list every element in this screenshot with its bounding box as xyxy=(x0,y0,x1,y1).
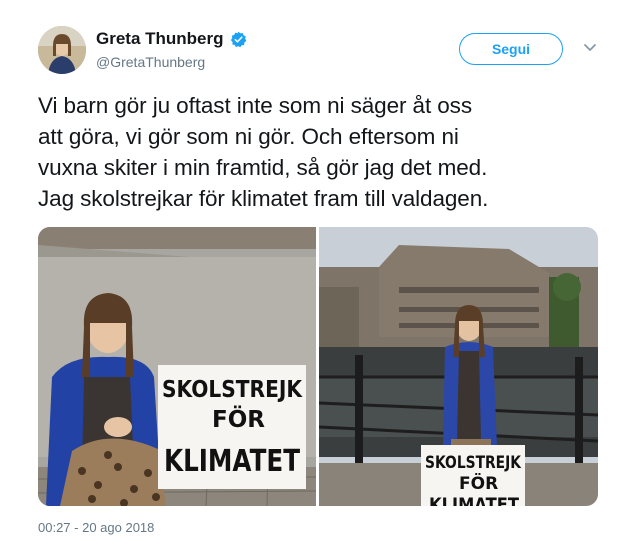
left-sign-line-3: KLIMATET xyxy=(164,444,300,479)
avatar-image xyxy=(38,26,86,74)
tweet-photo-left[interactable]: SKOLSTREJK FÖR KLIMATET xyxy=(38,227,316,506)
right-sign-line-3: KLIMATET xyxy=(429,494,519,506)
tweet-line: att göra, vi gör som ni gör. Och efterso… xyxy=(38,124,459,149)
left-sign-line-1: SKOLSTREJK xyxy=(162,377,303,403)
follow-button[interactable]: Segui xyxy=(459,33,563,65)
left-sign-line-2: FÖR xyxy=(212,405,265,433)
tweet-text: Vi barn gör ju oftast inte som ni säger … xyxy=(38,90,613,214)
photo-girl-sitting-with-sign: SKOLSTREJK FÖR KLIMATET xyxy=(38,227,316,506)
author-name[interactable]: Greta Thunberg xyxy=(96,29,224,49)
verified-badge-icon xyxy=(230,31,246,47)
right-sign-line-2: FÖR xyxy=(459,472,498,494)
tweet-line: vuxna skiter i min framtid, så gör jag d… xyxy=(38,155,488,180)
right-sign-line-1: SKOLSTREJK xyxy=(425,453,522,473)
chevron-down-icon[interactable] xyxy=(583,42,597,54)
tweet-photo-right[interactable]: SKOLSTREJK FÖR KLIMATET xyxy=(319,227,598,506)
author-handle[interactable]: @GretaThunberg xyxy=(96,54,205,70)
author-name-row[interactable]: Greta Thunberg xyxy=(96,29,247,49)
tweet-timestamp[interactable]: 00:27 - 20 ago 2018 xyxy=(38,520,154,535)
photo-girl-standing-by-parliament: SKOLSTREJK FÖR KLIMATET xyxy=(319,227,598,506)
tweet-line: Jag skolstrejkar för klimatet fram till … xyxy=(38,186,489,211)
tweet-line: Vi barn gör ju oftast inte som ni säger … xyxy=(38,93,472,118)
avatar[interactable] xyxy=(38,26,86,74)
